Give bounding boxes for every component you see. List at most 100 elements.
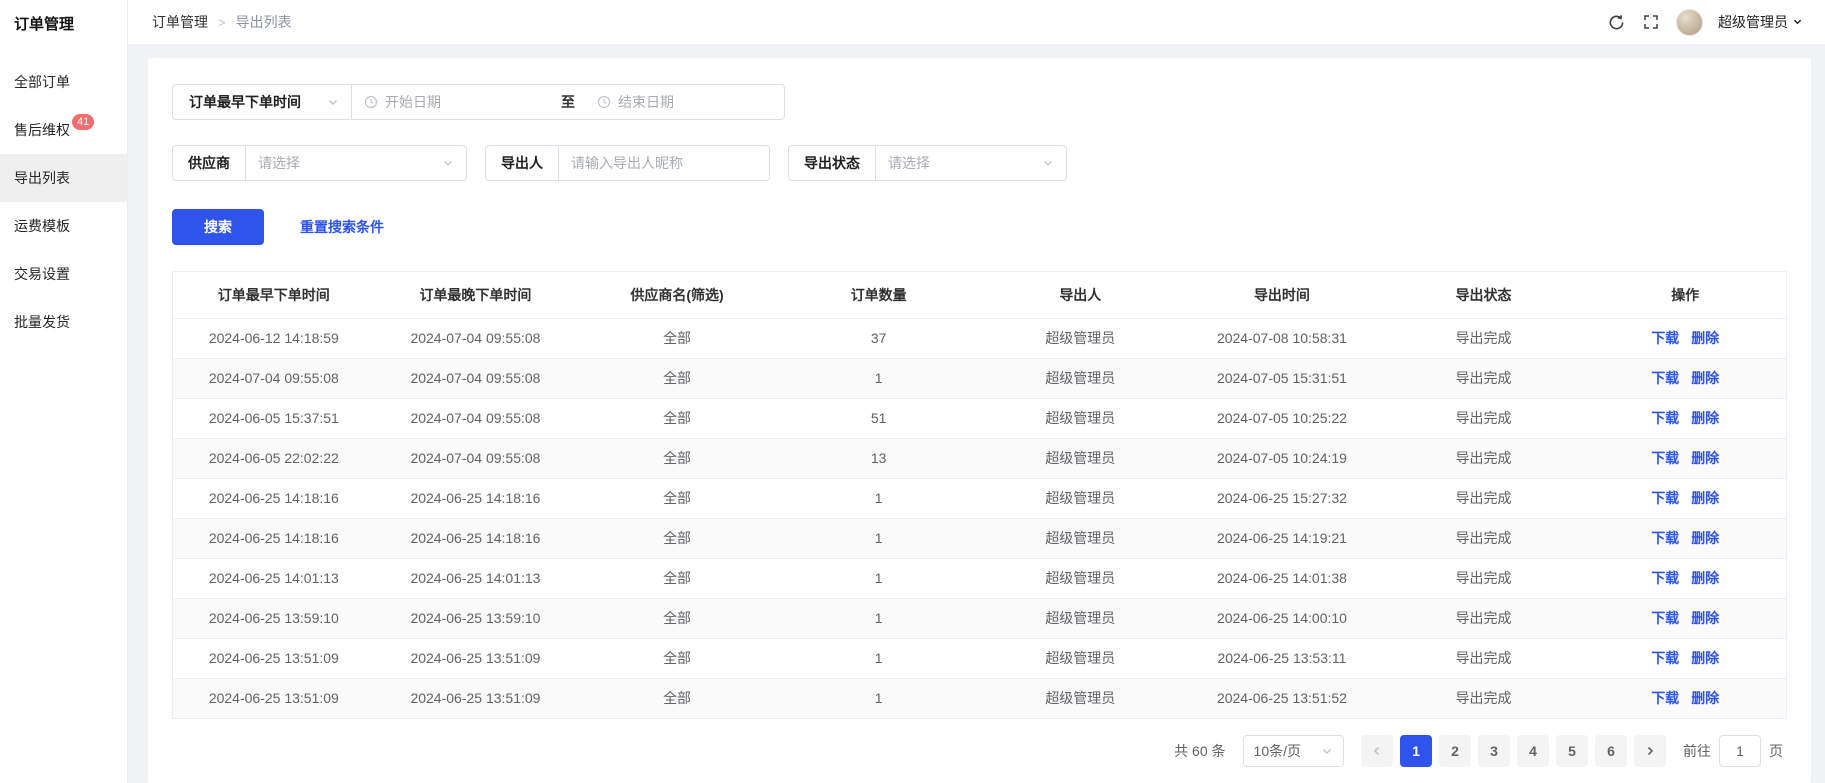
page-button-active[interactable]: 1 bbox=[1400, 735, 1432, 767]
next-page-button[interactable] bbox=[1634, 735, 1666, 767]
table-cell: 2024-06-25 14:01:38 bbox=[1181, 558, 1383, 598]
reset-search-link[interactable]: 重置搜索条件 bbox=[300, 217, 384, 237]
table-cell: 全部 bbox=[576, 318, 778, 358]
table-row: 2024-06-25 14:18:162024-06-25 14:18:16全部… bbox=[173, 518, 1786, 558]
table-cell: 全部 bbox=[576, 678, 778, 718]
download-link[interactable]: 下载 bbox=[1651, 330, 1679, 346]
user-name: 超级管理员 bbox=[1718, 12, 1788, 32]
page-button[interactable]: 3 bbox=[1478, 735, 1510, 767]
table-cell: 超级管理员 bbox=[980, 478, 1182, 518]
sidebar-item-all-orders[interactable]: 全部订单 bbox=[0, 58, 127, 106]
table-row: 2024-07-04 09:55:082024-07-04 09:55:08全部… bbox=[173, 358, 1786, 398]
table-cell: 2024-06-12 14:18:59 bbox=[173, 318, 375, 358]
user-menu[interactable]: 超级管理员 bbox=[1718, 12, 1803, 32]
table-cell: 1 bbox=[778, 678, 980, 718]
table-row: 2024-06-25 13:51:092024-06-25 13:51:09全部… bbox=[173, 638, 1786, 678]
start-date-input[interactable] bbox=[385, 94, 505, 110]
sidebar-item-export-list[interactable]: 导出列表 bbox=[0, 154, 127, 202]
table-cell: 全部 bbox=[576, 398, 778, 438]
delete-link[interactable]: 删除 bbox=[1691, 330, 1719, 346]
refresh-icon[interactable] bbox=[1606, 12, 1626, 32]
download-link[interactable]: 下载 bbox=[1651, 370, 1679, 386]
time-type-select[interactable]: 订单最早下单时间 bbox=[173, 85, 352, 119]
export-status-label: 导出状态 bbox=[789, 146, 876, 180]
table-cell: 2024-07-05 10:24:19 bbox=[1181, 438, 1383, 478]
table-cell: 2024-06-25 13:53:11 bbox=[1181, 638, 1383, 678]
prev-page-button[interactable] bbox=[1361, 735, 1393, 767]
goto-page-input[interactable] bbox=[1719, 735, 1761, 767]
export-table: 订单最早下单时间订单最晚下单时间供应商名(筛选)订单数量导出人导出时间导出状态操… bbox=[173, 272, 1786, 719]
download-link[interactable]: 下载 bbox=[1651, 690, 1679, 706]
delete-link[interactable]: 删除 bbox=[1691, 570, 1719, 586]
table-cell: 全部 bbox=[576, 438, 778, 478]
download-link[interactable]: 下载 bbox=[1651, 490, 1679, 506]
delete-link[interactable]: 删除 bbox=[1691, 530, 1719, 546]
page-button[interactable]: 6 bbox=[1595, 735, 1627, 767]
delete-link[interactable]: 删除 bbox=[1691, 650, 1719, 666]
download-link[interactable]: 下载 bbox=[1651, 450, 1679, 466]
download-link[interactable]: 下载 bbox=[1651, 570, 1679, 586]
table-cell: 导出完成 bbox=[1383, 478, 1585, 518]
table-cell: 2024-06-25 14:01:13 bbox=[375, 558, 577, 598]
sidebar-item-label: 全部订单 bbox=[14, 72, 70, 92]
export-status-select[interactable]: 请选择 bbox=[876, 146, 1066, 180]
column-header: 订单最晚下单时间 bbox=[375, 272, 577, 318]
delete-link[interactable]: 删除 bbox=[1691, 490, 1719, 506]
breadcrumb-separator: > bbox=[218, 15, 226, 30]
table-cell: 导出完成 bbox=[1383, 438, 1585, 478]
table-cell: 2024-06-25 13:51:09 bbox=[375, 678, 577, 718]
download-link[interactable]: 下载 bbox=[1651, 610, 1679, 626]
delete-link[interactable]: 删除 bbox=[1691, 410, 1719, 426]
sidebar-item-batch-shipping[interactable]: 批量发货 bbox=[0, 298, 127, 346]
breadcrumb-item-order-management[interactable]: 订单管理 bbox=[152, 12, 208, 32]
column-header: 导出状态 bbox=[1383, 272, 1585, 318]
actions-cell: 下载删除 bbox=[1584, 358, 1786, 398]
download-link[interactable]: 下载 bbox=[1651, 530, 1679, 546]
supplier-select[interactable]: 请选择 bbox=[246, 146, 466, 180]
delete-link[interactable]: 删除 bbox=[1691, 690, 1719, 706]
page-size-select[interactable]: 10条/页 bbox=[1243, 735, 1344, 767]
table-cell: 全部 bbox=[576, 478, 778, 518]
exporter-input[interactable] bbox=[571, 155, 757, 171]
sidebar-item-freight-template[interactable]: 运费模板 bbox=[0, 202, 127, 250]
search-button[interactable]: 搜索 bbox=[172, 209, 264, 245]
delete-link[interactable]: 删除 bbox=[1691, 610, 1719, 626]
export-table-wrap: 订单最早下单时间订单最晚下单时间供应商名(筛选)订单数量导出人导出时间导出状态操… bbox=[172, 271, 1787, 719]
actions-cell: 下载删除 bbox=[1584, 598, 1786, 638]
time-type-value: 订单最早下单时间 bbox=[189, 92, 301, 112]
chevron-down-icon bbox=[1321, 745, 1333, 757]
table-cell: 超级管理员 bbox=[980, 598, 1182, 638]
table-cell: 超级管理员 bbox=[980, 558, 1182, 598]
end-date-input[interactable] bbox=[618, 94, 738, 110]
table-cell: 1 bbox=[778, 358, 980, 398]
download-link[interactable]: 下载 bbox=[1651, 410, 1679, 426]
table-cell: 全部 bbox=[576, 358, 778, 398]
app-window: 订单管理 全部订单 售后维权 41 导出列表 运费模板 交易设置 批量发货 bbox=[0, 0, 1825, 783]
fullscreen-icon[interactable] bbox=[1641, 12, 1661, 32]
table-cell: 2024-06-25 13:59:10 bbox=[375, 598, 577, 638]
date-range-filter: 订单最早下单时间 至 bbox=[172, 84, 785, 120]
download-link[interactable]: 下载 bbox=[1651, 650, 1679, 666]
sidebar-item-trade-settings[interactable]: 交易设置 bbox=[0, 250, 127, 298]
delete-link[interactable]: 删除 bbox=[1691, 450, 1719, 466]
page-button[interactable]: 2 bbox=[1439, 735, 1471, 767]
user-avatar[interactable] bbox=[1676, 9, 1703, 36]
chevron-down-icon bbox=[1042, 157, 1054, 169]
column-header: 操作 bbox=[1584, 272, 1786, 318]
column-header: 导出时间 bbox=[1181, 272, 1383, 318]
top-bar: 订单管理 > 导出列表 超级管理员 bbox=[128, 0, 1825, 44]
sidebar-title: 订单管理 bbox=[0, 0, 127, 46]
sidebar-item-after-sales[interactable]: 售后维权 41 bbox=[0, 106, 127, 154]
page-button[interactable]: 4 bbox=[1517, 735, 1549, 767]
breadcrumb: 订单管理 > 导出列表 bbox=[152, 12, 292, 32]
actions-cell: 下载删除 bbox=[1584, 638, 1786, 678]
table-cell: 2024-07-04 09:55:08 bbox=[375, 398, 577, 438]
search-actions: 搜索 重置搜索条件 bbox=[172, 209, 1787, 245]
delete-link[interactable]: 删除 bbox=[1691, 370, 1719, 386]
chevron-down-icon bbox=[327, 96, 339, 108]
table-cell: 1 bbox=[778, 598, 980, 638]
goto-suffix-label: 页 bbox=[1769, 741, 1783, 761]
page-button[interactable]: 5 bbox=[1556, 735, 1588, 767]
actions-cell: 下载删除 bbox=[1584, 518, 1786, 558]
sidebar-menu: 全部订单 售后维权 41 导出列表 运费模板 交易设置 批量发货 bbox=[0, 58, 127, 346]
